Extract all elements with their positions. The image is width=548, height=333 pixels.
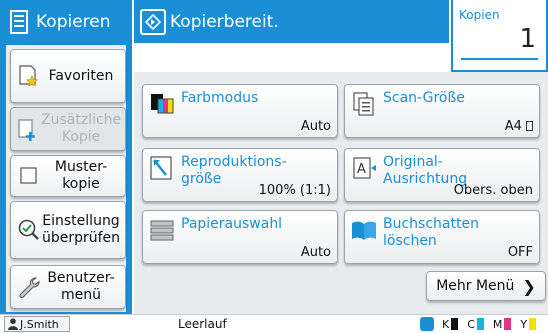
scan-size-title: Scan-Größe xyxy=(383,90,465,106)
svg-text:A: A xyxy=(357,162,366,177)
copies-label: Kopien xyxy=(459,8,500,22)
color-mode-tile[interactable]: Farbmodus Auto xyxy=(142,84,338,138)
toner-y-bar xyxy=(529,318,537,330)
toner-c-bar xyxy=(476,318,484,330)
color-mode-icon xyxy=(149,91,175,117)
machine-status: Leerlauf xyxy=(178,317,227,331)
book-shadow-tile[interactable]: Buchschatten löschen OFF xyxy=(344,210,540,264)
app-header: Kopieren xyxy=(0,0,132,43)
additional-copy-label: Zusätzliche Kopie xyxy=(41,112,122,145)
toner-m-label: M xyxy=(492,317,503,331)
scan-size-value: A4 xyxy=(505,119,533,134)
checkbox-icon xyxy=(17,164,41,188)
scan-size-tile[interactable]: Scan-Größe A4 xyxy=(344,84,540,138)
toner-y-label: Y xyxy=(520,317,528,331)
paper-tray-icon xyxy=(149,217,175,243)
status-bar: J.Smith Leerlauf K C M Y xyxy=(0,314,548,333)
toner-c-label: C xyxy=(467,317,475,331)
color-mode-value: Auto xyxy=(300,119,331,134)
user-menu-button[interactable]: Benutzer-menü xyxy=(10,265,126,309)
toner-k-bar xyxy=(451,318,459,330)
reproduction-size-tile[interactable]: Reproduktions-größe 100% (1:1) xyxy=(142,148,338,202)
user-menu-label: Benutzer-menü xyxy=(47,270,115,303)
color-mode-title: Farbmodus xyxy=(181,90,259,106)
more-menu-button[interactable]: Mehr Menü ❯ xyxy=(426,271,546,301)
add-copy-icon xyxy=(17,117,41,141)
paper-select-title: Papierauswahl xyxy=(181,216,283,232)
app-title: Kopieren xyxy=(36,11,111,32)
additional-copy-button[interactable]: Zusätzliche Kopie xyxy=(10,107,126,151)
wrench-icon xyxy=(17,275,41,299)
settings-panel: Farbmodus Auto Scan-Größe A4 Reproduktio… xyxy=(134,72,548,314)
copy-app-icon xyxy=(10,9,28,34)
check-settings-label: Einstellung überprüfen xyxy=(41,213,121,246)
eco-icon xyxy=(420,317,434,331)
sidebar: Favoriten Zusätzliche Kopie Muster-kopie… xyxy=(0,43,132,314)
copies-value: 1 xyxy=(519,24,536,54)
book-shadow-title: Buchschatten löschen xyxy=(383,216,479,249)
book-shadow-icon xyxy=(351,217,377,243)
status-text: Kopierbereit. xyxy=(170,11,279,32)
original-orientation-tile[interactable]: A Original-Ausrichtung Obers. oben xyxy=(344,148,540,202)
favorites-button[interactable]: Favoriten xyxy=(10,49,126,103)
ready-diamond-icon xyxy=(140,8,166,35)
copies-underline xyxy=(461,58,538,60)
sidebar-panel: Favoriten Zusätzliche Kopie Muster-kopie… xyxy=(4,43,128,314)
check-settings-button[interactable]: Einstellung überprüfen xyxy=(10,201,126,259)
paper-select-value: Auto xyxy=(300,245,331,260)
user-indicator[interactable]: J.Smith xyxy=(4,316,70,332)
star-document-icon xyxy=(17,64,41,88)
sample-copy-label: Muster-kopie xyxy=(54,159,108,192)
reproduction-size-value: 100% (1:1) xyxy=(258,183,331,198)
book-shadow-value: OFF xyxy=(507,245,533,260)
original-orientation-value: Obers. oben xyxy=(453,183,533,198)
more-menu-label: Mehr Menü xyxy=(436,278,515,294)
reproduction-size-icon xyxy=(149,155,175,181)
paper-select-tile[interactable]: Papierauswahl Auto xyxy=(142,210,338,264)
check-magnifier-icon xyxy=(17,218,41,242)
portrait-page-icon xyxy=(526,121,533,131)
orientation-icon: A xyxy=(351,155,377,181)
scan-size-icon xyxy=(351,91,377,117)
toner-k-label: K xyxy=(442,317,450,331)
toner-levels: K C M Y xyxy=(420,317,545,331)
sample-copy-button[interactable]: Muster-kopie xyxy=(10,155,126,197)
status-header: Kopierbereit. xyxy=(134,0,449,43)
scan-size-value-text: A4 xyxy=(504,119,522,134)
copies-field[interactable]: Kopien 1 xyxy=(451,0,548,72)
chevron-right-icon: ❯ xyxy=(522,276,536,296)
favorites-label: Favoriten xyxy=(48,67,114,84)
user-name: J.Smith xyxy=(20,317,59,331)
toner-m-bar xyxy=(504,318,512,330)
user-icon xyxy=(8,318,18,330)
